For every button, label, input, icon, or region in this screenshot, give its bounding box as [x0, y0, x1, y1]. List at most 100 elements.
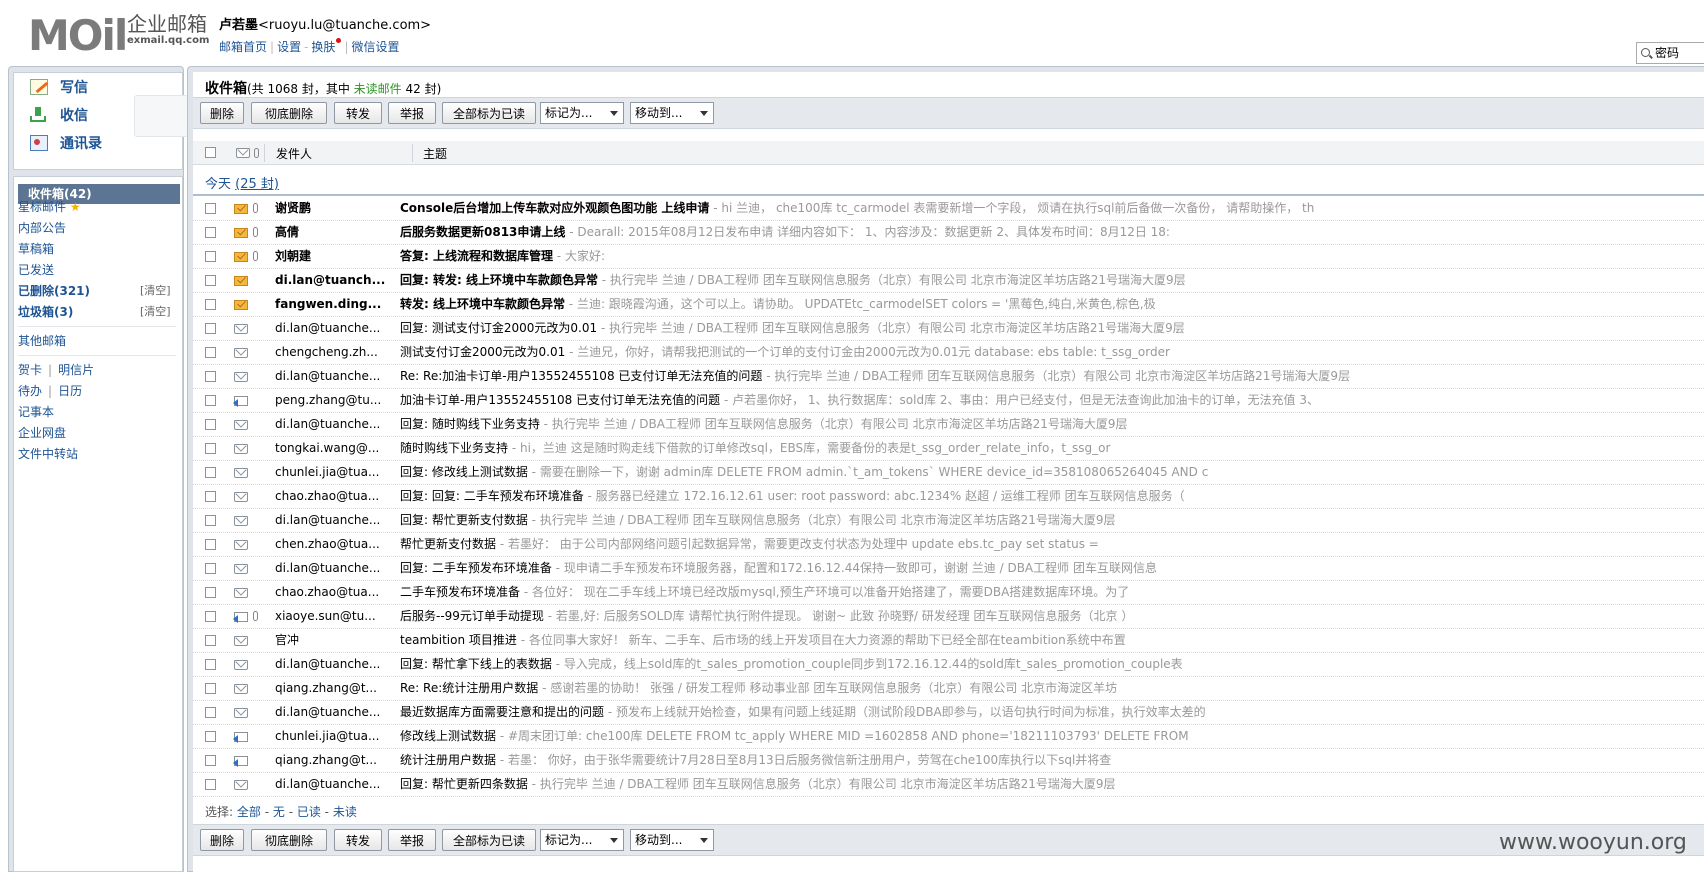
- mail-subject[interactable]: 后服务--99元订单手动提现 - 若墨,好: 后服务SOLD库 请帮忙执行附件提…: [400, 605, 1690, 628]
- mail-subject[interactable]: 回复: 修改线上测试数据 - 需要在删除一下，谢谢 admin库 DELETE …: [400, 461, 1690, 484]
- mail-subject[interactable]: Re: Re:加油卡订单-用户13552455108 已支付订单无法充值的问题 …: [400, 365, 1690, 388]
- mail-subject[interactable]: Re: Re:统计注册用户数据 - 感谢若墨的协助！ 张强 / 研发工程师 移动…: [400, 677, 1690, 700]
- mail-row[interactable]: 刘朝建 答复: 上线流程和数据库管理 - 大家好:: [193, 245, 1704, 269]
- mail-row-checkbox[interactable]: [205, 731, 216, 742]
- mail-subject[interactable]: 转发: 线上环境中车款颜色异常 - 兰迪: 跟晓霞沟通，这个可以上。请协助。 U…: [400, 293, 1690, 316]
- mail-subject[interactable]: 后服务数据更新0813申请上线 - Dearall: 2015年08月12日发布…: [400, 221, 1690, 244]
- clear-deleted-link[interactable]: [清空]: [140, 281, 171, 301]
- mail-row-checkbox[interactable]: [205, 539, 216, 550]
- mail-row[interactable]: di.lan@tuanche... 回复: 测试支付订金2000元改为0.01 -…: [193, 317, 1704, 341]
- mail-subject[interactable]: 测试支付订金2000元改为0.01 - 兰迪兄，你好，请帮我把测试的一个订单的支…: [400, 341, 1690, 364]
- perm-delete-button-bottom[interactable]: 彻底删除: [251, 829, 327, 851]
- mail-row[interactable]: chunlei.jia@tua... 修改线上测试数据 - #周末团订单: che…: [193, 725, 1704, 749]
- delete-button-bottom[interactable]: 删除: [200, 829, 244, 851]
- perm-delete-button[interactable]: 彻底删除: [251, 102, 327, 124]
- mail-row-checkbox[interactable]: [205, 779, 216, 790]
- mail-subject[interactable]: 最近数据库方面需要注意和提出的问题 - 预发布上线就开始检查，如果有问题上线延期…: [400, 701, 1690, 724]
- receive-button[interactable]: 收信: [30, 103, 88, 127]
- mail-subject[interactable]: 回复: 帮忙更新四条数据 - 执行完毕 兰迪 / DBA工程师 团车互联网信息服…: [400, 773, 1690, 796]
- mail-row-checkbox[interactable]: [205, 515, 216, 526]
- mail-row[interactable]: di.lan@tuanche... 回复: 帮忙更新支付数据 - 执行完毕 兰迪 …: [193, 509, 1704, 533]
- mail-subject[interactable]: 随时购线下业务支持 - hi，兰迪 这是随时购走线下借款的订单修改sql，EBS…: [400, 437, 1690, 460]
- mail-row-checkbox[interactable]: [205, 635, 216, 646]
- mail-row[interactable]: qiang.zhang@t... 统计注册用户数据 - 若墨： 你好，由于张华需要…: [193, 749, 1704, 773]
- folder-other[interactable]: 其他邮箱: [18, 331, 66, 351]
- mail-row-checkbox[interactable]: [205, 251, 216, 262]
- mail-row-checkbox[interactable]: [205, 755, 216, 766]
- mail-row-checkbox[interactable]: [205, 467, 216, 478]
- mail-row[interactable]: fangwen.ding... 转发: 线上环境中车款颜色异常 - 兰迪: 跟晓霞…: [193, 293, 1704, 317]
- select-all-checkbox[interactable]: [205, 147, 216, 158]
- mail-row-checkbox[interactable]: [205, 371, 216, 382]
- mail-subject[interactable]: 回复: 转发: 线上环境中车款颜色异常 - 执行完毕 兰迪 / DBA工程师 团…: [400, 269, 1690, 292]
- link-notes[interactable]: 记事本: [18, 402, 54, 422]
- mail-row[interactable]: chen.zhao@tua... 帮忙更新支付数据 - 若墨好： 由于公司内部网络…: [193, 533, 1704, 557]
- mail-row-checkbox[interactable]: [205, 419, 216, 430]
- forward-button[interactable]: 转发: [334, 102, 382, 124]
- today-count-link[interactable]: (25 封): [235, 177, 279, 192]
- mail-subject[interactable]: 回复: 回复: 二手车预发布环境准备 - 服务器已经建立 172.16.12.6…: [400, 485, 1690, 508]
- mail-subject[interactable]: 回复: 二手车预发布环境准备 - 现申请二手车预发布环境服务器，配置和172.1…: [400, 557, 1690, 580]
- mail-subject[interactable]: 统计注册用户数据 - 若墨： 你好，由于张华需要统计7月28日至8月13日后服务…: [400, 749, 1690, 772]
- report-button[interactable]: 举报: [388, 102, 436, 124]
- link-disk[interactable]: 企业网盘: [18, 423, 66, 443]
- mail-row-checkbox[interactable]: [205, 227, 216, 238]
- mail-subject[interactable]: 回复: 帮忙更新支付数据 - 执行完毕 兰迪 / DBA工程师 团车互联网信息服…: [400, 509, 1690, 532]
- folder-sent[interactable]: 已发送: [18, 260, 54, 280]
- mail-row-checkbox[interactable]: [205, 707, 216, 718]
- folder-deleted[interactable]: 已删除(321): [18, 281, 90, 301]
- link-calendar[interactable]: 日历: [58, 384, 82, 398]
- link-postcard[interactable]: 明信片: [58, 363, 94, 377]
- write-button[interactable]: 写信: [30, 75, 88, 99]
- mail-row[interactable]: di.lan@tuanche... 回复: 帮忙更新四条数据 - 执行完毕 兰迪 …: [193, 773, 1704, 797]
- clear-spam-link[interactable]: [清空]: [140, 302, 171, 322]
- mail-row[interactable]: di.lan@tuanch... 回复: 转发: 线上环境中车款颜色异常 - 执行…: [193, 269, 1704, 293]
- mail-row-checkbox[interactable]: [205, 443, 216, 454]
- mark-as-select[interactable]: 标记为...: [540, 102, 624, 124]
- mark-all-read-button[interactable]: 全部标为已读: [442, 102, 536, 124]
- mail-row-checkbox[interactable]: [205, 563, 216, 574]
- mail-subject[interactable]: teambition 项目推进 - 各位同事大家好！ 新车、二手车、后市场的线上…: [400, 629, 1690, 652]
- select-all-link[interactable]: 全部: [237, 805, 261, 819]
- mail-row[interactable]: chengcheng.zh... 测试支付订金2000元改为0.01 - 兰迪兄，…: [193, 341, 1704, 365]
- folder-internal[interactable]: 内部公告: [18, 218, 66, 238]
- mail-subject[interactable]: 回复: 随时购线下业务支持 - 执行完毕 兰迪 / DBA工程师 团车互联网信息…: [400, 413, 1690, 436]
- link-card[interactable]: 贺卡: [18, 363, 42, 377]
- mail-row[interactable]: di.lan@tuanche... 回复: 帮忙拿下线上的表数据 - 导入完成，线…: [193, 653, 1704, 677]
- select-none-link[interactable]: 无: [273, 805, 285, 819]
- folder-starred[interactable]: 星标邮件 ★: [18, 197, 81, 217]
- contacts-button[interactable]: 通讯录: [30, 131, 102, 155]
- subject-column-header[interactable]: 主题: [423, 145, 447, 162]
- link-mail-home[interactable]: 邮箱首页: [219, 40, 267, 54]
- mail-row[interactable]: chao.zhao@tua... 回复: 回复: 二手车预发布环境准备 - 服务器…: [193, 485, 1704, 509]
- mail-row[interactable]: di.lan@tuanche... 最近数据库方面需要注意和提出的问题 - 预发布…: [193, 701, 1704, 725]
- mark-as-select-bottom[interactable]: 标记为...: [540, 829, 624, 851]
- delete-button[interactable]: 删除: [200, 102, 244, 124]
- mail-row[interactable]: chao.zhao@tua... 二手车预发布环境准备 - 各位好： 现在二手车线…: [193, 581, 1704, 605]
- mail-row-checkbox[interactable]: [205, 395, 216, 406]
- search-input[interactable]: 密码: [1636, 42, 1704, 64]
- mail-row-checkbox[interactable]: [205, 659, 216, 670]
- link-wechat-settings[interactable]: 微信设置: [351, 40, 399, 54]
- mail-row[interactable]: peng.zhang@tu... 加油卡订单-用户13552455108 已支付订…: [193, 389, 1704, 413]
- mail-row[interactable]: 高倩 后服务数据更新0813申请上线 - Dearall: 2015年08月12日…: [193, 221, 1704, 245]
- move-to-select-bottom[interactable]: 移动到...: [630, 829, 714, 851]
- mail-row[interactable]: chunlei.jia@tua... 回复: 修改线上测试数据 - 需要在删除一下…: [193, 461, 1704, 485]
- sender-column-header[interactable]: 发件人: [276, 145, 312, 162]
- select-unread-link[interactable]: 未读: [333, 805, 357, 819]
- mail-row[interactable]: tongkai.wang@... 随时购线下业务支持 - hi，兰迪 这是随时购走…: [193, 437, 1704, 461]
- mail-row-checkbox[interactable]: [205, 587, 216, 598]
- folder-drafts[interactable]: 草稿箱: [18, 239, 54, 259]
- mail-subject[interactable]: Console后台增加上传车款对应外观颜色图功能 上线申请 - hi 兰迪， c…: [400, 197, 1690, 220]
- forward-button-bottom[interactable]: 转发: [334, 829, 382, 851]
- mail-row-checkbox[interactable]: [205, 299, 216, 310]
- mail-subject[interactable]: 加油卡订单-用户13552455108 已支付订单无法充值的问题 - 卢若墨你好…: [400, 389, 1690, 412]
- report-button-bottom[interactable]: 举报: [388, 829, 436, 851]
- move-to-select[interactable]: 移动到...: [630, 102, 714, 124]
- unread-mail-link[interactable]: 未读邮件: [354, 82, 402, 96]
- link-transfer[interactable]: 文件中转站: [18, 444, 78, 464]
- mail-row-checkbox[interactable]: [205, 275, 216, 286]
- mail-row[interactable]: di.lan@tuanche... 回复: 随时购线下业务支持 - 执行完毕 兰迪…: [193, 413, 1704, 437]
- link-skin[interactable]: 换肤: [311, 40, 335, 54]
- mail-row[interactable]: xiaoye.sun@tu... 后服务--99元订单手动提现 - 若墨,好: 后…: [193, 605, 1704, 629]
